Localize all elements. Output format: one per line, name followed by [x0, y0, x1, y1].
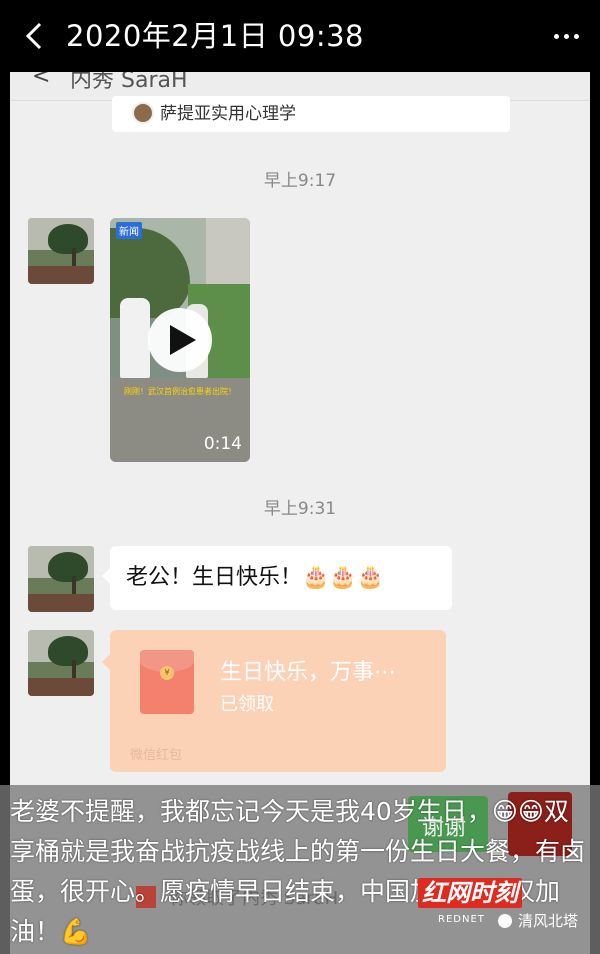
- more-button[interactable]: [546, 14, 586, 58]
- avatar[interactable]: [28, 546, 94, 612]
- watermark-english: REDNET: [438, 914, 485, 925]
- overlay-caption: 老婆不提醒，我都忘记今天是我40岁生日，😁😁双享桶就是我奋战抗疫战线上的第一份生…: [10, 797, 586, 946]
- red-packet-message[interactable]: ¥ 生日快乐，万事⋯ 已领取 微信红包: [102, 630, 446, 772]
- account-avatar: [132, 102, 154, 124]
- play-icon: [170, 325, 196, 355]
- shared-link-card[interactable]: 萨提亚实用心理学: [112, 96, 510, 132]
- top-bar: 2020年2月1日 09:38: [0, 0, 600, 72]
- play-button[interactable]: [148, 308, 212, 372]
- video-figure: [120, 298, 150, 378]
- video-caption: 刚刚！武汉首例治愈患者出院！: [124, 387, 236, 396]
- chevron-left-icon: [25, 22, 42, 50]
- timestamp: 早上9:17: [263, 171, 337, 191]
- screen-title: 2020年2月1日 09:38: [66, 19, 364, 53]
- back-button[interactable]: [18, 14, 58, 58]
- embedded-back-glyph: <: [32, 72, 51, 89]
- text-message-bubble[interactable]: 老公！生日快乐！🎂🎂🎂: [102, 546, 452, 610]
- red-packet-footer: 微信红包: [130, 748, 183, 763]
- red-packet-title: 生日快乐，万事⋯: [220, 660, 397, 685]
- watermark-logo: 红网时刻: [418, 878, 522, 908]
- message-text: 老公！生日快乐！🎂🎂🎂: [126, 565, 385, 590]
- avatar[interactable]: [28, 218, 94, 284]
- red-envelope-icon: ¥: [140, 650, 194, 714]
- video-duration: 0:14: [203, 434, 242, 454]
- more-dots-icon: [553, 33, 559, 39]
- link-card-title: 萨提亚实用心理学: [160, 104, 296, 124]
- video-source-badge: 新闻: [116, 222, 142, 239]
- timestamp: 早上9:31: [263, 499, 337, 519]
- avatar[interactable]: [28, 630, 94, 696]
- embedded-chat-title: 内秀 SaraH: [70, 72, 188, 93]
- wechat-icon: [498, 914, 512, 928]
- red-packet-status: 已领取: [220, 694, 274, 715]
- video-message[interactable]: 新闻 刚刚！武汉首例治愈患者出院！ 0:14: [110, 218, 250, 462]
- watermark-account: 清风北塔: [518, 912, 579, 930]
